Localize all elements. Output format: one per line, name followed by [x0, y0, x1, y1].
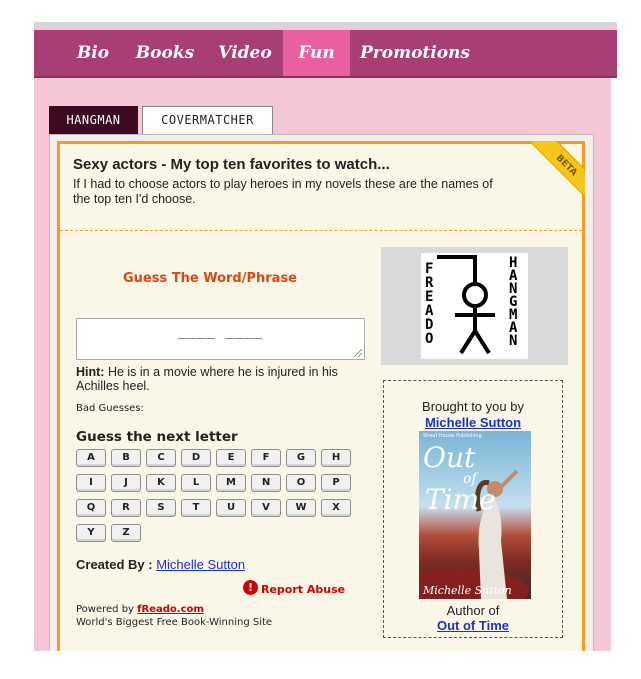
letter-button-c[interactable]: C: [146, 449, 176, 467]
created-by: Created By : Michelle Sutton: [76, 557, 245, 572]
tab-covermatcher[interactable]: COVERMATCHER: [142, 106, 273, 134]
hint: Hint: He is in a movie where he is injur…: [76, 365, 366, 393]
cover-title-bottom: Time: [425, 483, 496, 516]
dashed-divider: [60, 230, 582, 231]
game-title: Sexy actors - My top ten favorites to wa…: [73, 156, 390, 173]
letter-button-d[interactable]: D: [181, 449, 211, 467]
letter-button-h[interactable]: H: [321, 449, 351, 467]
brought-by-label: Brought to you by: [422, 399, 524, 414]
main-nav: Bio Books Video Fun Promotions: [34, 30, 617, 78]
freado-link[interactable]: fReado.com: [137, 604, 204, 615]
letter-button-r[interactable]: R: [111, 499, 141, 517]
letter-button-w[interactable]: W: [286, 499, 316, 517]
answer-display: ____ ____: [76, 318, 365, 360]
hangman-game: BETA Sexy actors - My top ten favorites …: [57, 141, 585, 651]
letter-button-o[interactable]: O: [286, 474, 316, 492]
book-title-link[interactable]: Out of Time: [384, 618, 562, 633]
logo-letter: O: [425, 331, 433, 347]
beta-ribbon: BETA: [528, 141, 585, 204]
creator-link[interactable]: Michelle Sutton: [156, 557, 245, 572]
cover-title-top: Out: [423, 441, 476, 474]
letter-button-k[interactable]: K: [146, 474, 176, 492]
letter-button-m[interactable]: M: [216, 474, 246, 492]
letter-button-z[interactable]: Z: [111, 524, 141, 542]
powered-tagline: World's Biggest Free Book-Winning Site: [76, 617, 273, 628]
game-description: If I had to choose actors to play heroes…: [73, 177, 493, 206]
letter-button-t[interactable]: T: [181, 499, 211, 517]
letter-button-n[interactable]: N: [251, 474, 281, 492]
cover-author: Michelle Sutton: [423, 584, 512, 597]
answer-blanks: ____ ____: [178, 323, 263, 339]
book-cover-image[interactable]: Sheaf House Publishing Out of Time Miche…: [419, 431, 531, 599]
letter-button-b[interactable]: B: [111, 449, 141, 467]
author-of-label: Author of: [446, 603, 500, 618]
bad-guesses-label: Bad Guesses:: [76, 403, 144, 414]
letter-button-p[interactable]: P: [321, 474, 351, 492]
beta-badge: BETA: [519, 141, 585, 207]
tab-hangman[interactable]: HANGMAN: [49, 106, 138, 134]
hangman-logo-box: F R E A D O H A N G M A N: [381, 247, 568, 365]
letter-button-j[interactable]: J: [111, 474, 141, 492]
hint-text: He is in a movie where he is injured in …: [76, 365, 338, 393]
hint-label: Hint:: [76, 365, 105, 379]
letter-button-q[interactable]: Q: [76, 499, 106, 517]
guess-heading: Guess The Word/Phrase: [123, 271, 298, 286]
letter-button-s[interactable]: S: [146, 499, 176, 517]
powered-by-label: Powered by: [76, 604, 134, 615]
letter-button-u[interactable]: U: [216, 499, 246, 517]
report-abuse-label: Report Abuse: [261, 583, 346, 596]
letter-button-e[interactable]: E: [216, 449, 246, 467]
hangman-logo-icon: F R E A D O H A N G M A N: [425, 255, 518, 355]
letter-button-y[interactable]: Y: [76, 524, 106, 542]
letter-button-f[interactable]: F: [251, 449, 281, 467]
powered-by: Powered by fReado.com World's Biggest Fr…: [76, 603, 272, 629]
letter-button-i[interactable]: I: [76, 474, 106, 492]
report-abuse-link[interactable]: ! Report Abuse: [243, 580, 346, 596]
letter-button-g[interactable]: G: [286, 449, 316, 467]
nav-item-video[interactable]: Video: [210, 30, 280, 76]
logo-letter: N: [509, 333, 517, 349]
nav-item-books[interactable]: Books: [130, 30, 200, 76]
created-by-label: Created By :: [76, 557, 153, 572]
sponsor-link[interactable]: Michelle Sutton: [384, 415, 562, 430]
nav-item-fun[interactable]: Fun: [283, 30, 350, 76]
letter-button-x[interactable]: X: [321, 499, 351, 517]
resize-grip[interactable]: [354, 349, 362, 357]
right-column: [611, 78, 617, 651]
freado-hangman-logo: F R E A D O H A N G M A N: [421, 253, 528, 359]
alert-icon: !: [243, 580, 258, 595]
nav-item-promotions[interactable]: Promotions: [360, 30, 470, 76]
next-letter-heading: Guess the next letter: [76, 429, 238, 445]
letter-button-v[interactable]: V: [251, 499, 281, 517]
sponsor-box: Brought to you by Michelle Sutton Sheaf …: [383, 380, 563, 638]
nav-item-bio[interactable]: Bio: [58, 30, 128, 76]
letter-button-a[interactable]: A: [76, 449, 106, 467]
letter-button-l[interactable]: L: [181, 474, 211, 492]
cover-tagline: Sheaf House Publishing: [423, 433, 482, 439]
